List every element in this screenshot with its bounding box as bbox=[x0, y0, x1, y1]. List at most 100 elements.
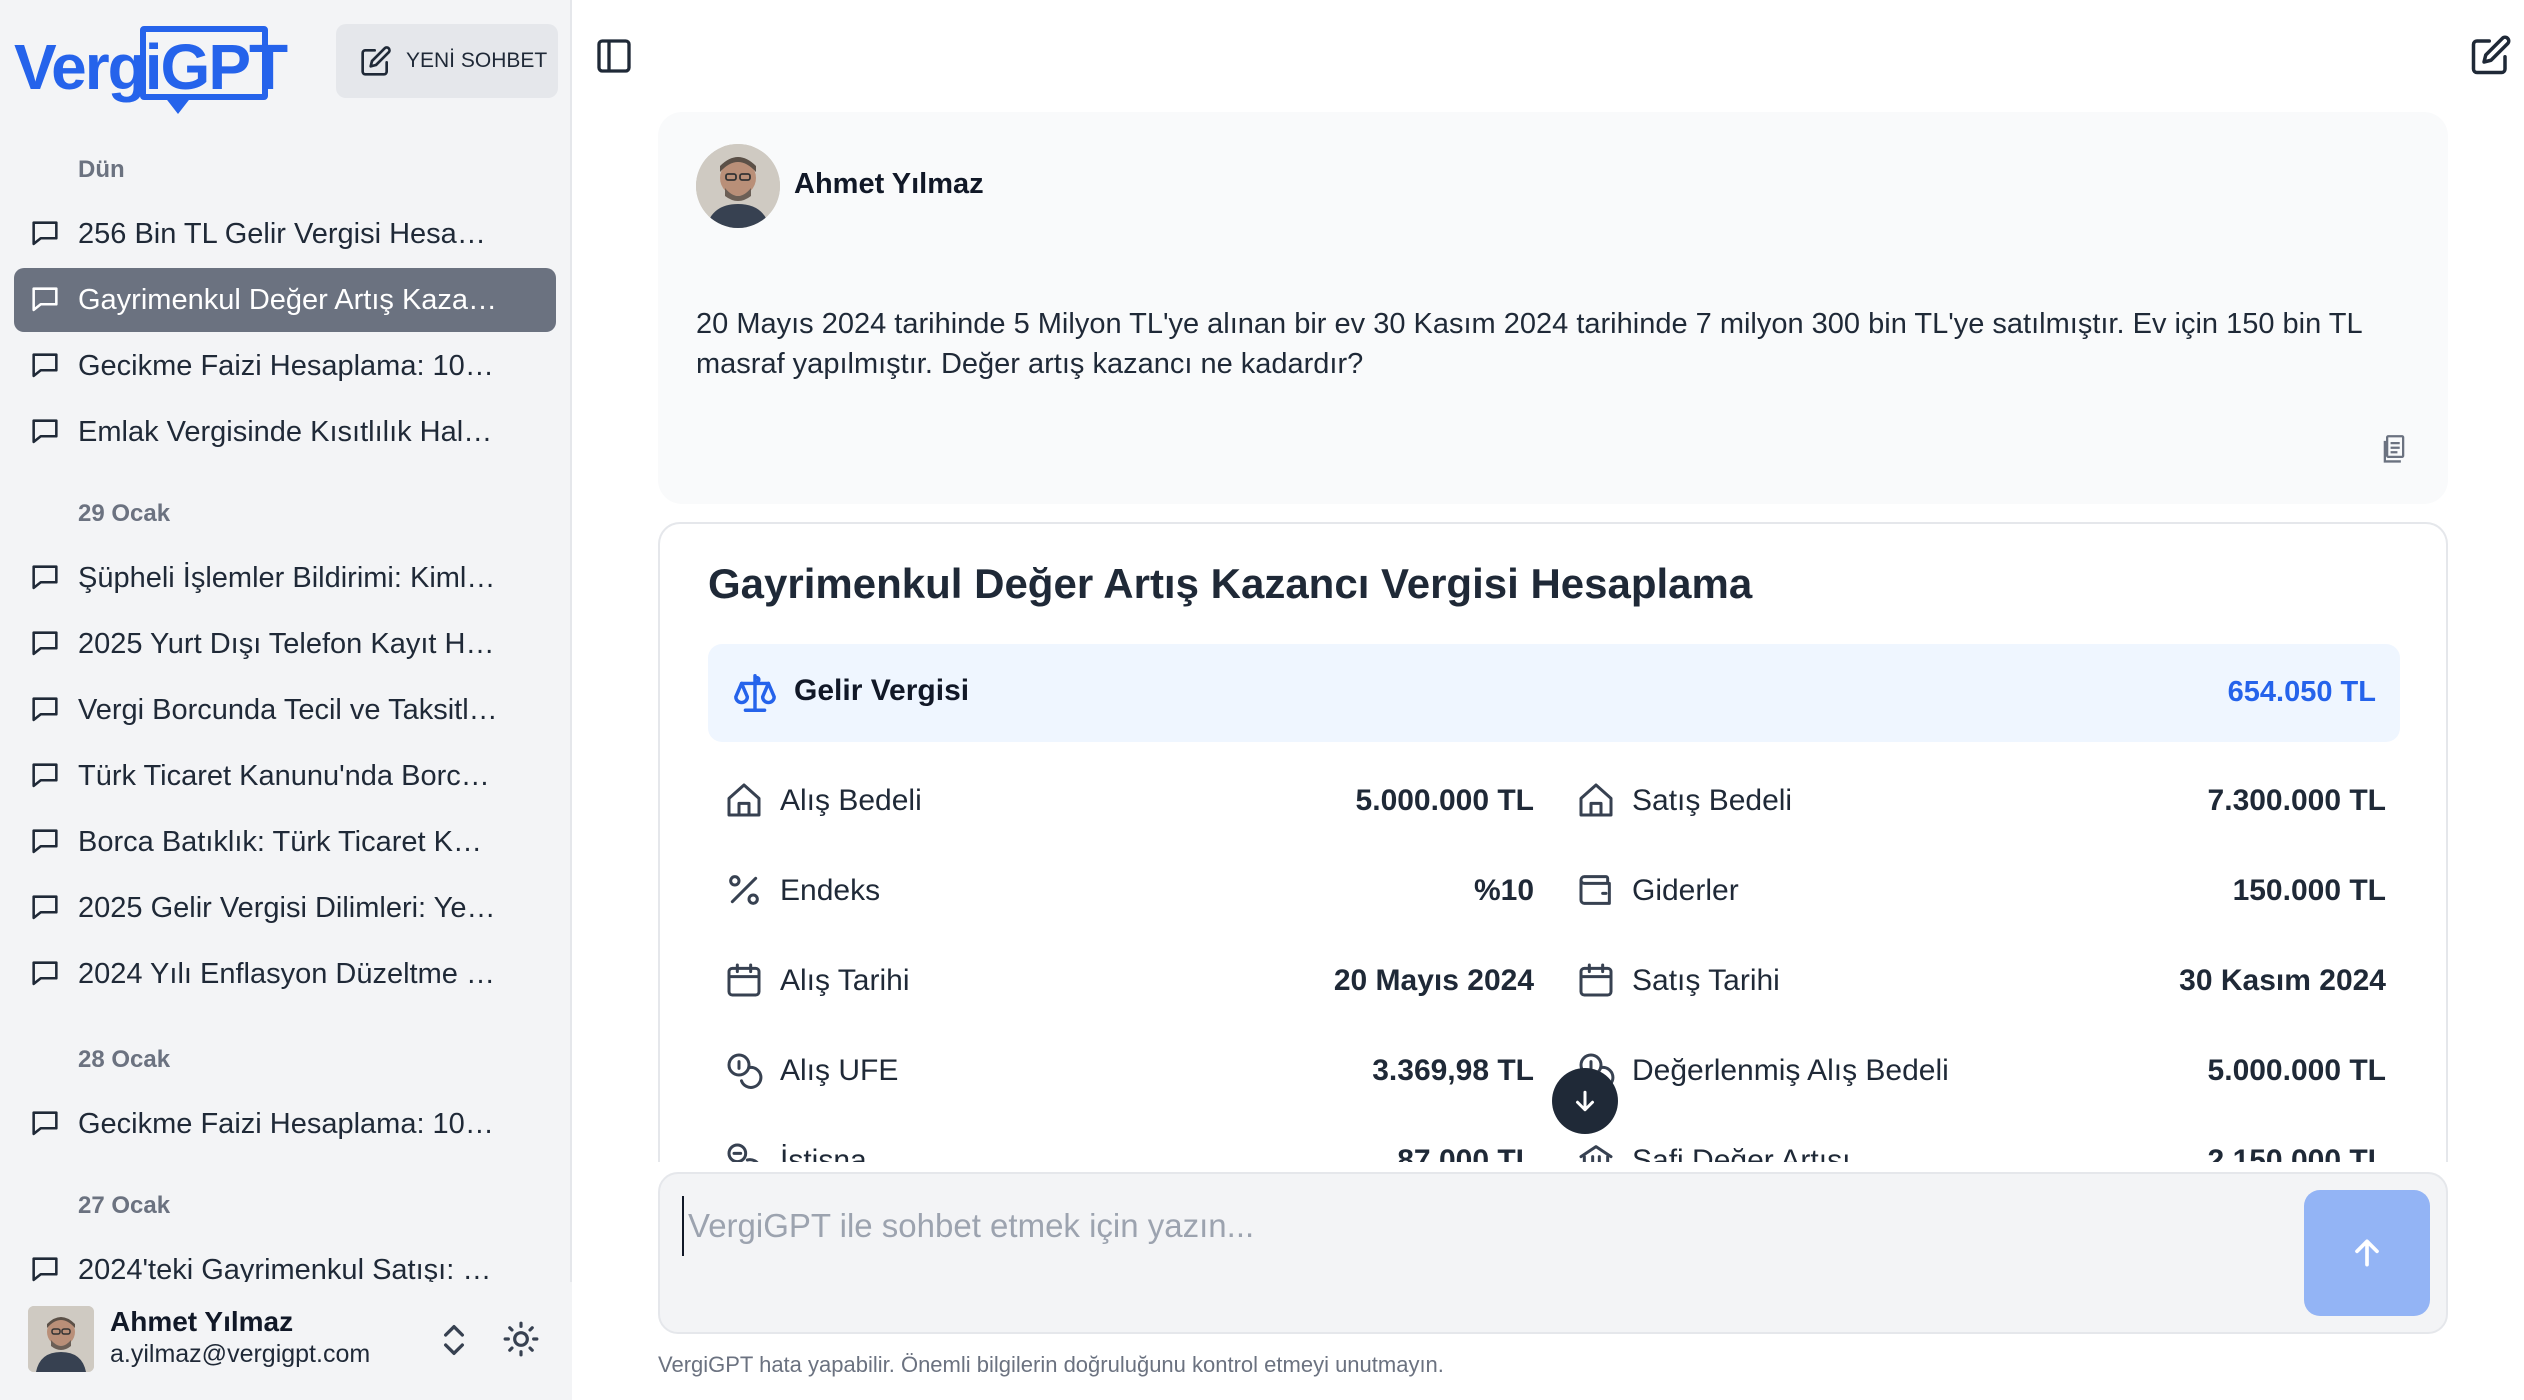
result-row-value: 7.300.000 TL bbox=[2207, 784, 2386, 817]
chat-bubble-icon bbox=[32, 419, 58, 444]
result-row-value: 150.000 TL bbox=[2232, 874, 2386, 907]
result-row-label: Satış Tarihi bbox=[1632, 964, 1780, 997]
home-icon bbox=[1579, 783, 1613, 817]
chat-history-item[interactable]: Emlak Vergisinde Kısıtlılık Haller... bbox=[14, 400, 556, 464]
user-message: Ahmet Yılmaz 20 Mayıs 2024 tarihinde 5 M… bbox=[658, 112, 2448, 504]
chat-history-item-label: 2024 Yılı Enflasyon Düzeltme K... bbox=[78, 957, 498, 990]
result-row-label: İstisna bbox=[780, 1144, 867, 1162]
result-row: Alış Bedeli 5.000.000 TL bbox=[708, 770, 1548, 830]
logo-text: VergiGPT bbox=[14, 31, 288, 103]
calendar-icon bbox=[727, 963, 761, 997]
new-chat-button[interactable]: YENİ SOHBET bbox=[336, 24, 558, 98]
chat-bubble-icon bbox=[32, 1111, 58, 1136]
result-row-label: Satış Bedeli bbox=[1632, 784, 1793, 817]
section-label: 27 Ocak bbox=[78, 1192, 171, 1219]
bank-icon bbox=[1579, 1145, 1613, 1162]
chat-history-item[interactable]: Şüpheli İşlemler Bildirimi: Kimle... bbox=[14, 546, 556, 610]
chat-history-item[interactable]: Türk Ticaret Kanunu'nda Borca ... bbox=[14, 744, 556, 808]
chat-bubble-icon bbox=[32, 221, 58, 246]
result-row-label: Giderler bbox=[1632, 874, 1739, 907]
chat-bubble-icon bbox=[32, 763, 58, 788]
copy-icon[interactable] bbox=[2380, 434, 2408, 466]
chat-bubble-icon bbox=[32, 287, 58, 312]
calendar-icon bbox=[1579, 963, 1613, 997]
result-row: İstisna 87.000 TL bbox=[708, 1130, 1548, 1162]
chat-history-item-label: Şüpheli İşlemler Bildirimi: Kimle... bbox=[78, 561, 498, 594]
result-row: Endeks %10 bbox=[708, 860, 1548, 920]
avatar bbox=[28, 1306, 94, 1372]
coins-icon bbox=[727, 1053, 763, 1089]
arrow-up-icon bbox=[2355, 1239, 2379, 1267]
result-row-value: %10 bbox=[1473, 874, 1534, 907]
calculation-result-card: Gayrimenkul Değer Artış Kazancı Vergisi … bbox=[658, 522, 2448, 1162]
result-row-value: 20 Mayıs 2024 bbox=[1333, 964, 1534, 997]
chevrons-up-down-icon[interactable] bbox=[434, 1320, 474, 1360]
chat-input[interactable] bbox=[682, 1196, 2262, 1256]
result-row-label: Endeks bbox=[780, 874, 881, 907]
chat-history-item-label: 256 Bin TL Gelir Vergisi Hesapla... bbox=[78, 217, 498, 250]
chat-history-item-label: Türk Ticaret Kanunu'nda Borca ... bbox=[78, 759, 498, 792]
chat-history-item-label: 2025 Gelir Vergisi Dilimleri: Yeni ... bbox=[78, 891, 498, 924]
user-profile[interactable]: Ahmet Yılmaz a.yilmaz@vergigpt.com bbox=[0, 1282, 572, 1400]
chat-history-item[interactable]: Gayrimenkul Değer Artış Kazan... bbox=[14, 268, 556, 332]
new-chat-icon[interactable] bbox=[2470, 34, 2512, 76]
chat-history-item[interactable]: 2024 Yılı Enflasyon Düzeltme K... bbox=[14, 942, 556, 1006]
discount-icon bbox=[727, 1143, 759, 1162]
result-row-value: 5.000.000 TL bbox=[1355, 784, 1534, 817]
send-button[interactable] bbox=[2304, 1190, 2430, 1316]
chat-history-item[interactable]: Vergi Borcunda Tecil ve Taksitle... bbox=[14, 678, 556, 742]
message-author: Ahmet Yılmaz bbox=[794, 168, 984, 200]
arrow-down-icon bbox=[1576, 1090, 1594, 1112]
sidebar-toggle-icon[interactable] bbox=[594, 36, 634, 76]
summary-bar: Gelir Vergisi 654.050 TL bbox=[708, 644, 2400, 742]
result-row-label: Alış Bedeli bbox=[780, 784, 922, 817]
chat-history-item-label: Vergi Borcunda Tecil ve Taksitle... bbox=[78, 693, 498, 726]
chat-history-item[interactable]: 2025 Yurt Dışı Telefon Kayıt Har... bbox=[14, 612, 556, 676]
scale-icon bbox=[734, 674, 776, 712]
user-name: Ahmet Yılmaz bbox=[110, 1306, 294, 1337]
chat-history-item-label: Borca Batıklık: Türk Ticaret Kan... bbox=[78, 825, 498, 858]
chat-bubble-icon bbox=[32, 565, 58, 590]
new-chat-label: YENİ SOHBET bbox=[406, 49, 548, 72]
composer bbox=[658, 1172, 2448, 1334]
result-row-label: Değerlenmiş Alış Bedeli bbox=[1632, 1054, 1949, 1087]
result-row-value: 3.369,98 TL bbox=[1372, 1054, 1534, 1087]
home-icon bbox=[727, 783, 761, 817]
chat-history-item[interactable]: Borca Batıklık: Türk Ticaret Kan... bbox=[14, 810, 556, 874]
result-row-label: Alış Tarihi bbox=[780, 964, 910, 997]
chat-bubble-icon bbox=[32, 895, 58, 920]
logo[interactable]: VergiGPT bbox=[14, 24, 288, 114]
message-text: 20 Mayıs 2024 tarihinde 5 Milyon TL'ye a… bbox=[696, 308, 2362, 380]
summary-value: 654.050 TL bbox=[2227, 676, 2376, 708]
result-row-value: 30 Kasım 2024 bbox=[2179, 964, 2386, 997]
sidebar: VergiGPT YENİ SOHBET Dün 256 Bin TL Gelir… bbox=[0, 0, 572, 1400]
chat-bubble-icon bbox=[32, 353, 58, 378]
scroll-down-button[interactable] bbox=[1552, 1068, 1618, 1134]
chat-history-item[interactable]: Gecikme Faizi Hesaplama: 10 Ar... bbox=[14, 1092, 556, 1156]
result-row: Değerlenmiş Alış Bedeli 5.000.000 TL bbox=[1560, 1040, 2400, 1100]
chat-history-item[interactable]: 256 Bin TL Gelir Vergisi Hesapla... bbox=[14, 202, 556, 266]
edit-icon bbox=[361, 46, 391, 76]
chat-bubble-icon bbox=[32, 961, 58, 986]
disclaimer: VergiGPT hata yapabilir. Önemli bilgiler… bbox=[658, 1352, 1444, 1377]
section-label: 28 Ocak bbox=[78, 1046, 171, 1073]
avatar bbox=[696, 144, 780, 228]
result-row: Giderler 150.000 TL bbox=[1560, 860, 2400, 920]
section-label: 29 Ocak bbox=[78, 500, 171, 527]
sun-icon[interactable] bbox=[502, 1320, 540, 1358]
result-row-value: 2.150.000 TL bbox=[2207, 1144, 2386, 1162]
result-row: Satış Bedeli 7.300.000 TL bbox=[1560, 770, 2400, 830]
result-row-label: Alış UFE bbox=[780, 1054, 899, 1087]
result-row: Alış Tarihi 20 Mayıs 2024 bbox=[708, 950, 1548, 1010]
summary-label: Gelir Vergisi bbox=[794, 674, 970, 707]
chat-history-item[interactable]: 2025 Gelir Vergisi Dilimleri: Yeni ... bbox=[14, 876, 556, 940]
result-row-label: Safi Değer Artışı bbox=[1632, 1144, 1851, 1162]
chat-bubble-icon bbox=[32, 697, 58, 722]
chat-history-item-label: Emlak Vergisinde Kısıtlılık Haller... bbox=[78, 415, 498, 448]
result-row: Alış UFE 3.369,98 TL bbox=[708, 1040, 1548, 1100]
percent-icon bbox=[729, 875, 759, 905]
chat-history-item[interactable]: Gecikme Faizi Hesaplama: 10 Ar... bbox=[14, 334, 556, 398]
chat-history-item-label: Gecikme Faizi Hesaplama: 10 Ar... bbox=[78, 1107, 498, 1140]
wallet-icon bbox=[1579, 875, 1611, 905]
chat-bubble-icon bbox=[32, 829, 58, 854]
